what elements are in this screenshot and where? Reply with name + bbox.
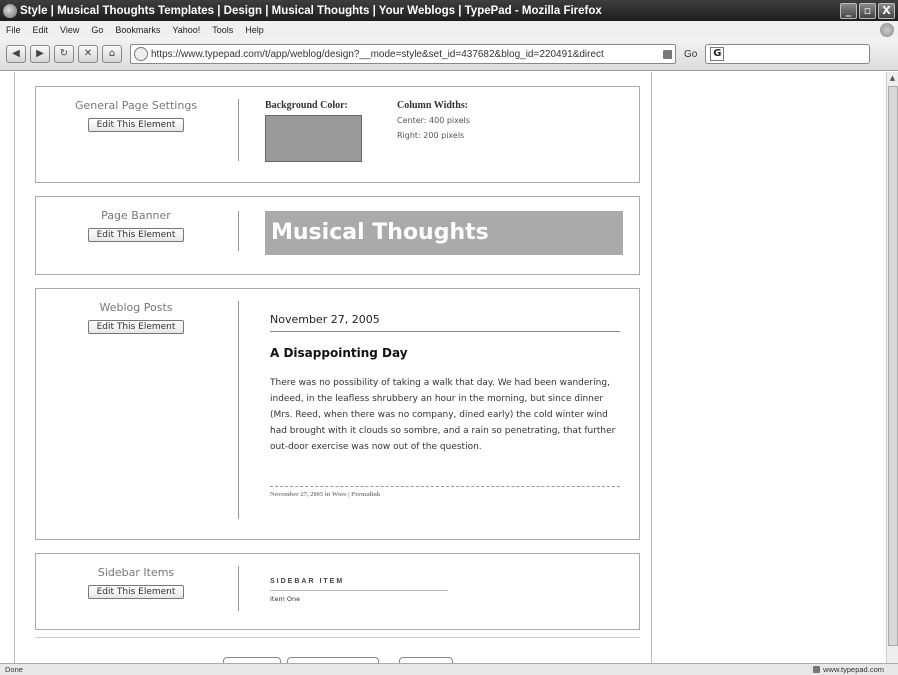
background-color-label: Background Color:: [265, 100, 348, 111]
divider: [238, 566, 239, 611]
divider: [238, 301, 239, 519]
go-button[interactable]: Go: [684, 49, 697, 60]
menu-view[interactable]: View: [60, 25, 79, 35]
scroll-up-icon[interactable]: ▲: [887, 72, 898, 84]
menu-file[interactable]: File: [6, 25, 21, 35]
address-url[interactable]: https://www.typepad.com/t/app/weblog/des…: [151, 49, 660, 60]
edit-general-settings-button[interactable]: Edit This Element: [87, 118, 185, 132]
general-settings-label: General Page Settings: [74, 99, 198, 112]
reload-button[interactable]: ↻: [54, 45, 74, 63]
sidebar-items-label: Sidebar Items: [97, 566, 175, 579]
design-page: General Page Settings Edit This Element …: [14, 72, 652, 663]
menu-help[interactable]: Help: [245, 25, 264, 35]
search-engine-icon[interactable]: G: [710, 47, 725, 61]
window-title: Style | Musical Thoughts Templates | Des…: [20, 4, 602, 17]
status-bar: Done www.typepad.com: [0, 663, 898, 675]
sidebar-items-box: Sidebar Items Edit This Element SIDEBAR …: [35, 553, 640, 630]
page-banner-box: Page Banner Edit This Element Musical Th…: [35, 196, 640, 275]
menu-bar: File Edit View Go Bookmarks Yahoo! Tools…: [0, 21, 898, 38]
edit-weblog-posts-button[interactable]: Edit This Element: [87, 320, 185, 334]
navigation-toolbar: ◀ ▶ ↻ ✕ ⌂ https://www.typepad.com/t/app/…: [0, 38, 898, 71]
edit-page-banner-button[interactable]: Edit This Element: [87, 228, 185, 242]
throbber-icon: [880, 22, 894, 37]
column-width-right: Right: 200 pixels: [397, 131, 465, 140]
window-controls: _ ▫ X: [840, 2, 895, 19]
scrollbar-thumb[interactable]: [888, 86, 898, 646]
minimize-button[interactable]: _: [840, 2, 857, 19]
menu-go[interactable]: Go: [91, 25, 103, 35]
back-button[interactable]: ◀: [6, 45, 26, 63]
secure-lock-icon[interactable]: [813, 666, 821, 673]
search-box[interactable]: G: [705, 44, 871, 64]
menu-tools[interactable]: Tools: [212, 25, 233, 35]
page-banner-label: Page Banner: [101, 209, 171, 222]
firefox-icon: [3, 3, 17, 18]
divider: [238, 211, 239, 251]
menu-yahoo[interactable]: Yahoo!: [172, 25, 200, 35]
page-banner-controls: Page Banner Edit This Element: [36, 197, 236, 242]
column-widths-label: Column Widths:: [397, 100, 469, 111]
edit-sidebar-items-button[interactable]: Edit This Element: [87, 585, 185, 599]
home-button[interactable]: ⌂: [102, 45, 122, 63]
post-footer: November 27, 2005 in Woes | Permalink: [270, 491, 381, 498]
page-background: [653, 72, 886, 663]
bottom-divider: [35, 637, 640, 638]
post-date-rule: [270, 331, 620, 332]
content-viewport: General Page Settings Edit This Element …: [0, 72, 898, 663]
sidebar-heading-rule: [270, 590, 448, 591]
divider: [238, 99, 239, 161]
weblog-posts-label: Weblog Posts: [99, 301, 173, 314]
banner-preview: Musical Thoughts: [265, 211, 623, 255]
lock-icon: [663, 49, 672, 59]
sidebar-item: Item One: [270, 595, 301, 603]
address-bar[interactable]: https://www.typepad.com/t/app/weblog/des…: [130, 44, 676, 64]
stop-button[interactable]: ✕: [78, 45, 98, 63]
post-footer-rule: [270, 486, 620, 487]
column-width-center: Center: 400 pixels: [397, 116, 470, 125]
status-host: www.typepad.com: [823, 665, 884, 674]
general-settings-controls: General Page Settings Edit This Element: [36, 87, 236, 132]
forward-button[interactable]: ▶: [30, 45, 50, 63]
weblog-posts-box: Weblog Posts Edit This Element November …: [35, 288, 640, 540]
post-body: There was no possibility of taking a wal…: [270, 378, 616, 452]
sidebar-items-controls: Sidebar Items Edit This Element: [36, 554, 236, 599]
post-title: A Disappointing Day: [270, 346, 408, 360]
site-icon: [134, 47, 148, 61]
status-text: Done: [5, 665, 23, 674]
weblog-posts-controls: Weblog Posts Edit This Element: [36, 289, 236, 334]
background-color-swatch: [265, 115, 362, 162]
menu-edit[interactable]: Edit: [33, 25, 49, 35]
close-button[interactable]: X: [878, 2, 895, 19]
maximize-button[interactable]: ▫: [859, 2, 876, 19]
menu-bookmarks[interactable]: Bookmarks: [115, 25, 160, 35]
vertical-scrollbar[interactable]: ▲: [886, 72, 898, 663]
window-title-bar: Style | Musical Thoughts Templates | Des…: [0, 0, 898, 21]
general-settings-box: General Page Settings Edit This Element …: [35, 86, 640, 183]
post-date: November 27, 2005: [270, 313, 380, 326]
sidebar-heading: SIDEBAR ITEM: [270, 578, 345, 585]
